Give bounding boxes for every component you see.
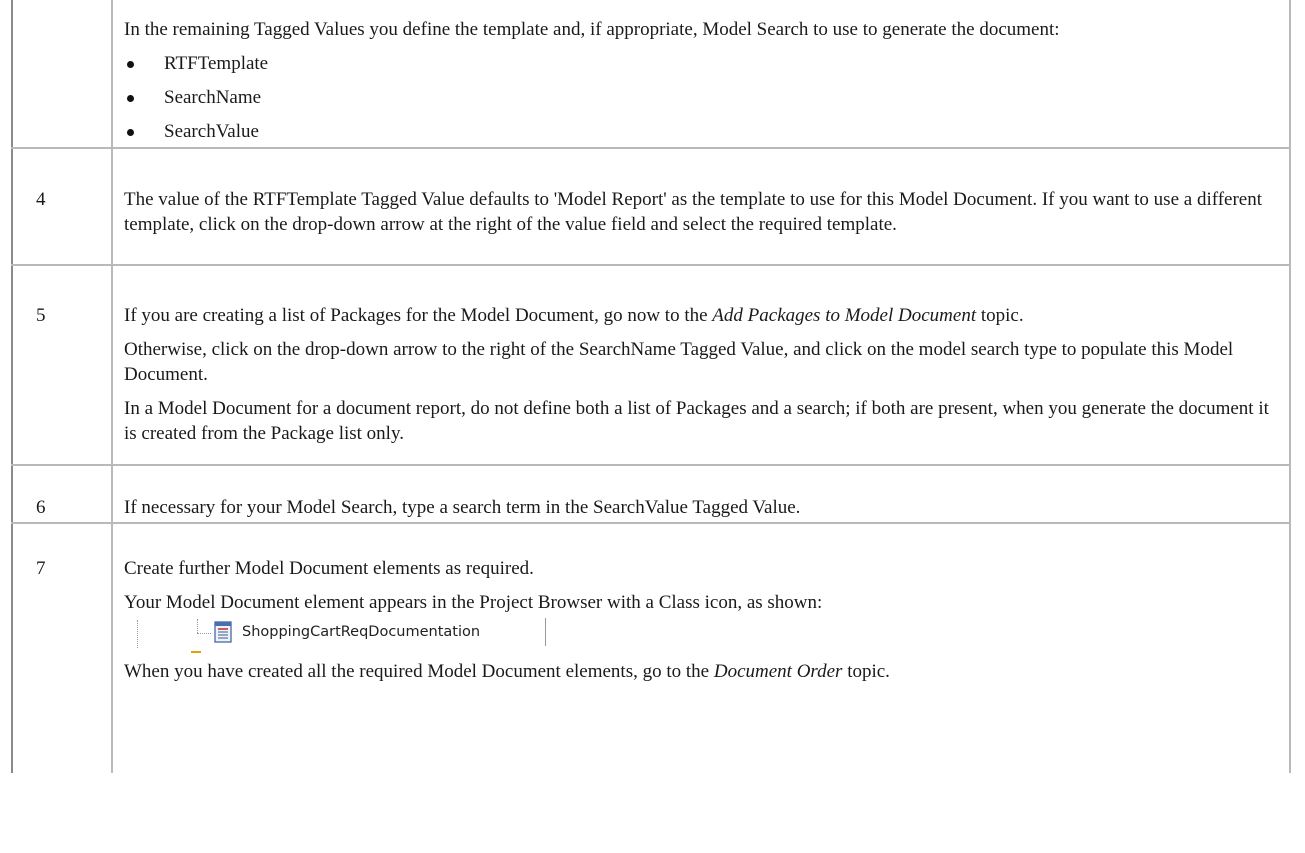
model-document-icon	[214, 621, 232, 643]
step-paragraph: In a Model Document for a document repor…	[124, 398, 1269, 444]
tree-guide-line	[137, 620, 138, 648]
step-content-cell: Create further Model Document elements a…	[111, 522, 1291, 773]
step-paragraph: Your Model Document element appears in t…	[124, 592, 823, 613]
step-paragraph: The value of the RTFTemplate Tagged Valu…	[124, 189, 1263, 235]
table-row: In the remaining Tagged Values you defin…	[11, 0, 1291, 149]
list-item: SearchName	[124, 85, 1279, 110]
step-paragraph: If you are creating a list of Packages f…	[124, 305, 1024, 326]
step-content-cell: If necessary for your Model Search, type…	[111, 464, 1291, 524]
step-paragraph: If necessary for your Model Search, type…	[124, 497, 801, 518]
list-item: RTFTemplate	[124, 51, 1279, 76]
step-number-cell: 7	[11, 522, 113, 773]
step-paragraph: Create further Model Document elements a…	[124, 558, 534, 579]
topic-link[interactable]: Document Order	[714, 661, 843, 682]
step-number: 4	[36, 189, 46, 210]
step-number-cell: 6	[11, 464, 113, 524]
list-item: SearchValue	[124, 119, 1279, 144]
step-paragraph: When you have created all the required M…	[124, 661, 890, 682]
step-number-cell: 4	[11, 147, 113, 266]
table-row: 4 The value of the RTFTemplate Tagged Va…	[11, 147, 1291, 266]
step-number-cell	[11, 0, 113, 149]
step-number-cell: 5	[11, 264, 113, 466]
tree-guide-line	[197, 619, 198, 633]
step-number: 6	[36, 497, 46, 518]
project-browser-snippet: ShoppingCartReqDocumentation	[124, 617, 1279, 655]
topic-link[interactable]: Add Packages to Model Document	[712, 305, 976, 326]
table-row: 6 If necessary for your Model Search, ty…	[11, 464, 1291, 524]
table-row: 7 Create further Model Document elements…	[11, 522, 1291, 773]
divider	[545, 618, 546, 646]
step-content-cell: The value of the RTFTemplate Tagged Valu…	[111, 147, 1291, 266]
tree-item-label[interactable]: ShoppingCartReqDocumentation	[242, 622, 480, 642]
table-row: 5 If you are creating a list of Packages…	[11, 264, 1291, 466]
step-content-cell: In the remaining Tagged Values you defin…	[111, 0, 1291, 149]
steps-table: In the remaining Tagged Values you defin…	[11, 0, 1291, 773]
step-paragraph: Otherwise, click on the drop-down arrow …	[124, 339, 1234, 385]
tagged-values-list: RTFTemplate SearchName SearchValue	[124, 51, 1279, 144]
intro-paragraph: In the remaining Tagged Values you defin…	[124, 19, 1060, 40]
step-number: 5	[36, 305, 46, 326]
step-number: 7	[36, 558, 46, 579]
tree-guide-line	[197, 633, 211, 634]
step-content-cell: If you are creating a list of Packages f…	[111, 264, 1291, 466]
focus-marker	[191, 651, 201, 653]
